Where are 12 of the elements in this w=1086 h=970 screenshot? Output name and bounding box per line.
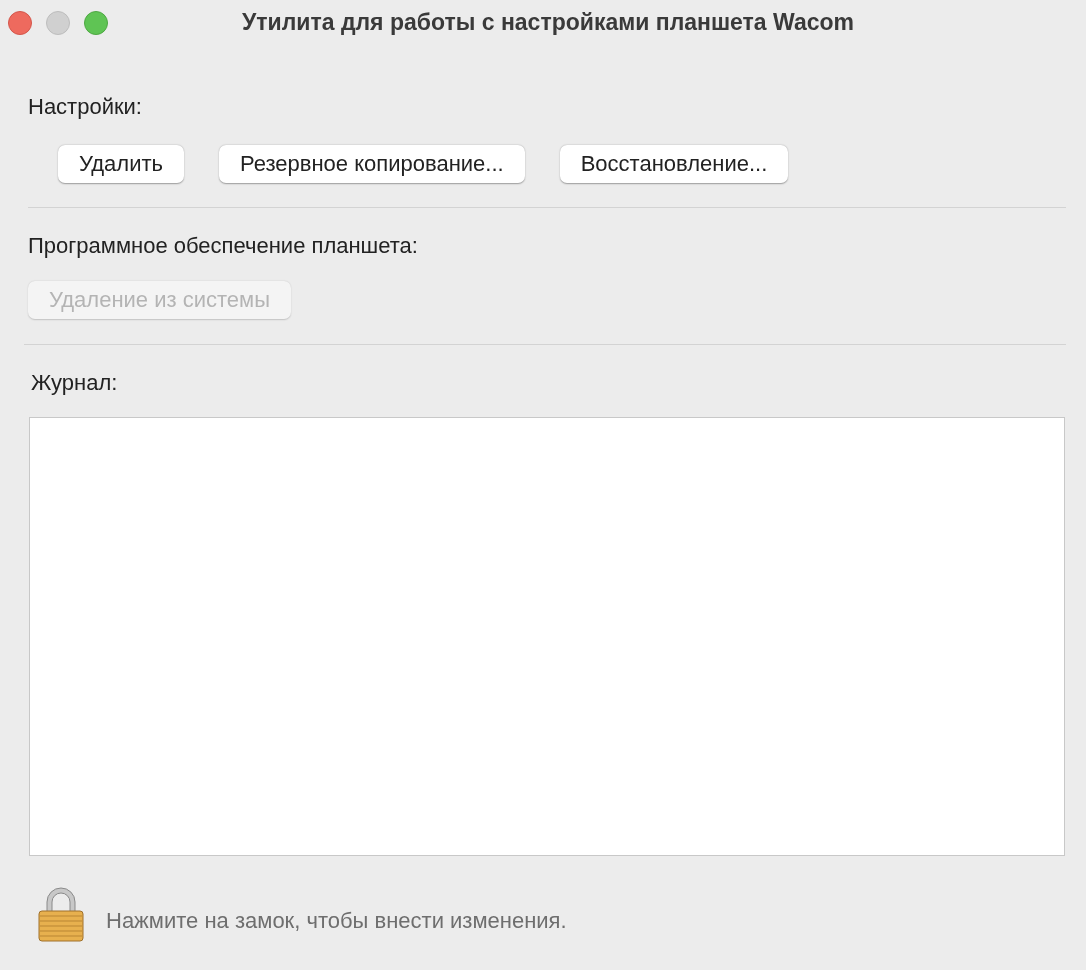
zoom-button[interactable] [84, 10, 108, 35]
close-button[interactable] [8, 10, 32, 35]
section-label: Программное обеспечение планшета: [28, 233, 418, 259]
action-button[interactable]: Резервное копирование... [219, 145, 525, 183]
minimize-button[interactable] [46, 10, 70, 35]
padlock-icon[interactable] [38, 886, 84, 942]
section-label: Журнал: [31, 370, 118, 396]
window-title: Утилита для работы с настройками планшета Wacom [242, 9, 854, 36]
lock-hint: Нажмите на замок, чтобы внести изменения. [106, 908, 567, 934]
action-button[interactable]: Восстановление... [559, 145, 789, 183]
section-label: Настройки: [28, 94, 142, 120]
action-button[interactable]: Удалить [58, 145, 184, 183]
